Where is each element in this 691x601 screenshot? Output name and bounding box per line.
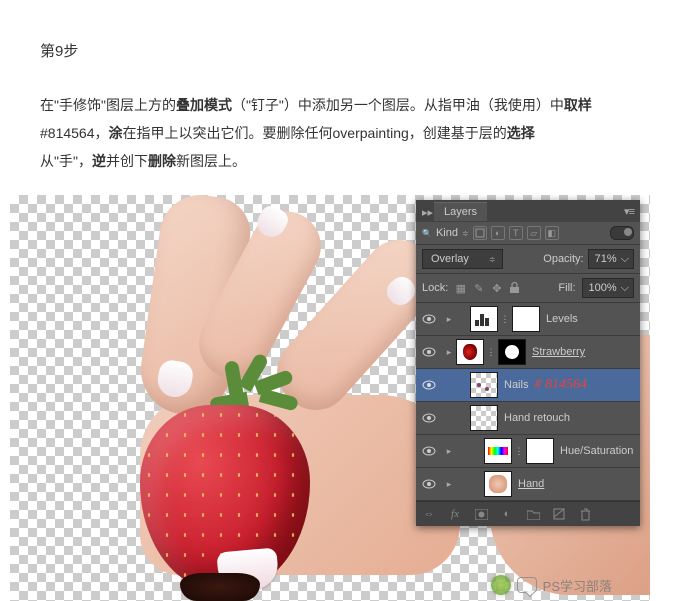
- eye-icon[interactable]: [422, 479, 436, 489]
- fill-label: Fill:: [558, 282, 575, 294]
- layer-thumb: [470, 405, 498, 431]
- layer-row-hand[interactable]: ▸ Hand: [416, 468, 640, 501]
- link-icon: ⋮: [512, 446, 526, 457]
- layer-name: Strawberry: [532, 346, 585, 358]
- layers-panel: ▸▸ Layers ▾≡ 🔍 Kind ≑ ◐ T ▱ ◧ Overlay≑: [416, 200, 640, 526]
- layer-thumb: [484, 471, 512, 497]
- lock-position-icon[interactable]: ✥: [490, 282, 503, 295]
- opacity-field[interactable]: 71%⌵: [588, 249, 634, 269]
- layer-name: Hand retouch: [504, 412, 570, 424]
- step-title: 第9步: [40, 40, 651, 61]
- lock-pixels-icon[interactable]: ✎: [472, 282, 485, 295]
- layer-thumb: [470, 372, 498, 398]
- layer-thumb: [470, 306, 498, 332]
- eye-icon[interactable]: [422, 380, 436, 390]
- layer-name: Hand: [518, 478, 544, 490]
- filter-type-icon[interactable]: T: [509, 226, 523, 240]
- wechat-icon: [491, 575, 511, 595]
- filter-smart-icon[interactable]: ◧: [545, 226, 559, 240]
- filter-toggle[interactable]: [610, 226, 634, 240]
- lock-label: Lock:: [422, 282, 448, 294]
- link-icon: ⋮: [498, 314, 512, 325]
- eye-icon[interactable]: [422, 347, 436, 357]
- filter-row: 🔍 Kind ≑ ◐ T ▱ ◧: [416, 222, 640, 245]
- step-body: 在"手修饰"图层上方的叠加模式（"钉子"）中添加另一个图层。从指甲油（我使用）中…: [40, 91, 651, 175]
- watermark: PS学习部落: [491, 575, 612, 595]
- link-layers-icon[interactable]: ⇔: [422, 507, 436, 521]
- layer-row-nails[interactable]: Nails # 814564: [416, 369, 640, 402]
- layer-thumb: [456, 339, 484, 365]
- blend-row: Overlay≑ Opacity: 71%⌵: [416, 245, 640, 274]
- filter-shape-icon[interactable]: ▱: [527, 226, 541, 240]
- kind-select[interactable]: 🔍 Kind ≑: [422, 227, 469, 239]
- lock-all-icon[interactable]: [508, 282, 521, 295]
- group-icon[interactable]: [526, 507, 540, 521]
- adjustment-icon[interactable]: ◐: [500, 507, 514, 521]
- chevron-right-icon[interactable]: ▸: [442, 446, 456, 457]
- opacity-label: Opacity:: [543, 253, 583, 265]
- figure: ▸▸ Layers ▾≡ 🔍 Kind ≑ ◐ T ▱ ◧ Overlay≑: [10, 195, 650, 601]
- filter-pixel-icon[interactable]: [473, 226, 487, 240]
- eye-icon[interactable]: [422, 314, 436, 324]
- layer-mask[interactable]: [512, 306, 540, 332]
- layer-thumb: [484, 438, 512, 464]
- new-layer-icon[interactable]: [552, 507, 566, 521]
- eye-icon[interactable]: [422, 413, 436, 423]
- panel-menu-icon[interactable]: ▾≡: [624, 205, 634, 218]
- layer-list: ▸ ⋮ Levels ▸ ⋮ Strawberry Nails: [416, 303, 640, 501]
- speech-icon: [517, 577, 537, 593]
- layer-name: Levels: [546, 313, 578, 325]
- layer-name: Hue/Saturation: [560, 445, 633, 457]
- layer-mask[interactable]: [498, 339, 526, 365]
- layer-row-strawberry[interactable]: ▸ ⋮ Strawberry: [416, 336, 640, 369]
- layer-mask[interactable]: [526, 438, 554, 464]
- mask-icon[interactable]: [474, 507, 488, 521]
- fill-field[interactable]: 100%⌵: [582, 278, 634, 298]
- filter-adjustment-icon[interactable]: ◐: [491, 226, 505, 240]
- trash-icon[interactable]: [578, 507, 592, 521]
- layers-tab[interactable]: Layers: [434, 202, 487, 221]
- blend-mode-select[interactable]: Overlay≑: [422, 249, 503, 269]
- panel-footer: ⇔ fx ◐: [416, 501, 640, 526]
- chevron-right-icon[interactable]: ▸: [442, 347, 456, 358]
- panel-header: ▸▸ Layers ▾≡: [416, 200, 640, 222]
- collapse-icon[interactable]: ▸▸: [422, 206, 434, 216]
- lock-row: Lock: ▦ ✎ ✥ Fill: 100%⌵: [416, 274, 640, 303]
- chevron-right-icon[interactable]: ▸: [442, 314, 456, 325]
- layer-name: Nails: [504, 379, 528, 391]
- layer-row-levels[interactable]: ▸ ⋮ Levels: [416, 303, 640, 336]
- fx-icon[interactable]: fx: [448, 507, 462, 521]
- lock-transparency-icon[interactable]: ▦: [454, 282, 467, 295]
- eye-icon[interactable]: [422, 446, 436, 456]
- layer-row-hue-saturation[interactable]: ▸ ⋮ Hue/Saturation: [416, 435, 640, 468]
- link-icon: ⋮: [484, 347, 498, 358]
- chevron-right-icon[interactable]: ▸: [442, 479, 456, 490]
- layer-row-hand-retouch[interactable]: Hand retouch: [416, 402, 640, 435]
- layer-annotation: # 814564: [534, 377, 587, 393]
